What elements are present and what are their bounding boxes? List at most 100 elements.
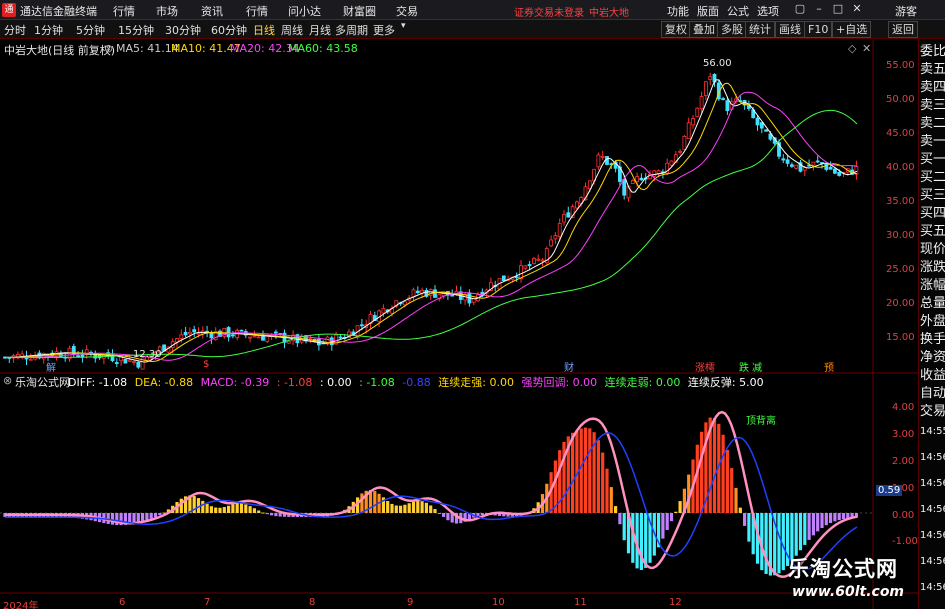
side-item[interactable]: 卖二	[920, 116, 945, 132]
side-item[interactable]: 涨跌	[920, 260, 945, 276]
guest-user[interactable]: 游客	[895, 3, 917, 19]
candle-body	[252, 335, 257, 338]
event-unlock[interactable]: 解	[46, 359, 56, 374]
close-icon[interactable]: ✕	[850, 2, 864, 16]
adjust-button[interactable]: 复权	[661, 21, 691, 38]
draw-button[interactable]: 画线	[775, 21, 805, 38]
menu-news[interactable]: 资讯	[201, 3, 223, 19]
macd-bar	[235, 503, 239, 513]
menu-function[interactable]: 功能	[667, 3, 689, 19]
add-watchlist-button[interactable]: +自选	[832, 21, 872, 38]
macd-bar	[764, 513, 768, 574]
restore-icon[interactable]: ▢	[793, 2, 807, 16]
macd-bar	[136, 513, 140, 523]
panel-close-icon[interactable]: ✕	[862, 42, 871, 55]
stats-button[interactable]: 统计	[745, 21, 775, 38]
period-30min[interactable]: 30分钟	[165, 22, 201, 38]
side-item[interactable]: 总量	[920, 296, 945, 312]
period-multi[interactable]: 多周期	[335, 22, 368, 38]
minimize-icon[interactable]: –	[812, 2, 826, 16]
side-item[interactable]: 卖四	[920, 80, 945, 96]
side-item[interactable]: 买二	[920, 170, 945, 186]
chart-area[interactable]	[0, 40, 918, 609]
candle-body	[123, 358, 128, 364]
candle-body	[678, 150, 682, 153]
menu-ask[interactable]: 问小达	[288, 3, 321, 19]
side-item[interactable]: 委比	[920, 44, 945, 60]
macd-bar	[700, 431, 704, 513]
period-tick[interactable]: 分时	[4, 22, 26, 38]
event-dividend[interactable]: $	[203, 359, 209, 370]
menu-quotes-2[interactable]: 行情	[246, 3, 268, 19]
menu-formula[interactable]: 公式	[727, 3, 749, 19]
period-1min[interactable]: 1分钟	[34, 22, 63, 38]
overlay-button[interactable]: 叠加	[689, 21, 719, 38]
candle-body	[699, 96, 704, 110]
menu-layout[interactable]: 版面	[697, 3, 719, 19]
event-forecast[interactable]: 预	[824, 359, 834, 374]
event-finance[interactable]: 财	[564, 359, 574, 374]
menu-trade[interactable]: 交易	[396, 3, 418, 19]
candle-body	[669, 160, 674, 166]
macd-bar	[811, 513, 815, 536]
collapse-icon[interactable]: ⊗	[104, 42, 113, 55]
side-item[interactable]: 涨幅	[920, 278, 945, 294]
macd-bar	[153, 513, 158, 518]
f10-button[interactable]: F10	[804, 21, 833, 38]
side-item[interactable]: 买四	[920, 206, 945, 222]
macd-bar	[214, 507, 218, 513]
dea-line	[5, 432, 858, 571]
side-item[interactable]: 外盘	[920, 314, 945, 330]
side-item[interactable]: 买三	[920, 188, 945, 204]
candle-body	[815, 160, 820, 163]
settings-gear-icon[interactable]: ◇	[848, 42, 856, 55]
period-daily[interactable]: 日线	[253, 22, 275, 38]
side-item[interactable]: 换手	[920, 332, 945, 348]
menu-quotes[interactable]: 行情	[113, 3, 135, 19]
candle-body	[691, 118, 695, 126]
login-status[interactable]: 证券交易未登录	[514, 4, 584, 19]
macd-bar	[239, 503, 244, 513]
macd-bar	[437, 513, 441, 514]
trade-label[interactable]: 交易	[920, 404, 945, 420]
macd-bar	[837, 513, 841, 521]
period-more[interactable]: 更多	[373, 22, 395, 38]
candle-body	[532, 257, 536, 264]
side-item[interactable]: 收益	[920, 368, 945, 384]
side-item[interactable]: 现价	[920, 242, 945, 258]
maximize-icon[interactable]: □	[831, 2, 845, 16]
candle-body	[622, 179, 627, 196]
ma20-line	[5, 91, 858, 361]
sub-collapse-icon[interactable]: ⊗	[3, 374, 12, 387]
side-item[interactable]: 卖五	[920, 62, 945, 78]
macd-bar	[416, 500, 420, 513]
candle-body	[708, 76, 713, 80]
back-button[interactable]: 返回	[888, 21, 918, 38]
tick-time: 14:56	[920, 582, 945, 593]
period-15min[interactable]: 15分钟	[118, 22, 154, 38]
candle-body	[239, 329, 244, 332]
candle-body	[76, 355, 80, 358]
period-60min[interactable]: 60分钟	[211, 22, 247, 38]
macd-bar	[433, 509, 437, 513]
side-item[interactable]: 买五	[920, 224, 945, 240]
menu-fortune[interactable]: 财富圈	[343, 3, 376, 19]
side-item[interactable]: 买一	[920, 152, 945, 168]
indicator-values: DIFF: -1.08 DEA: -0.88 MACD: -0.39 : -1.…	[68, 374, 768, 390]
side-item[interactable]: 卖三	[920, 98, 945, 114]
yaxis-tick: 45.00	[886, 128, 915, 139]
period-monthly[interactable]: 月线	[309, 22, 331, 38]
side-item[interactable]: 净资	[920, 350, 945, 366]
event-limit-up[interactable]: 涨樗	[695, 359, 715, 374]
menu-market[interactable]: 市场	[156, 3, 178, 19]
period-weekly[interactable]: 周线	[281, 22, 303, 38]
ma60-line	[5, 109, 858, 358]
menu-options[interactable]: 选项	[757, 3, 779, 19]
more-chevron-icon[interactable]: ▾	[401, 21, 406, 31]
event-reduce[interactable]: 跌 减	[739, 359, 762, 374]
auto-trade-label[interactable]: 自动	[920, 386, 945, 402]
period-5min[interactable]: 5分钟	[76, 22, 105, 38]
side-item[interactable]: 卖一	[920, 134, 945, 150]
macd-bar	[644, 513, 648, 568]
multi-stock-button[interactable]: 多股	[717, 21, 747, 38]
